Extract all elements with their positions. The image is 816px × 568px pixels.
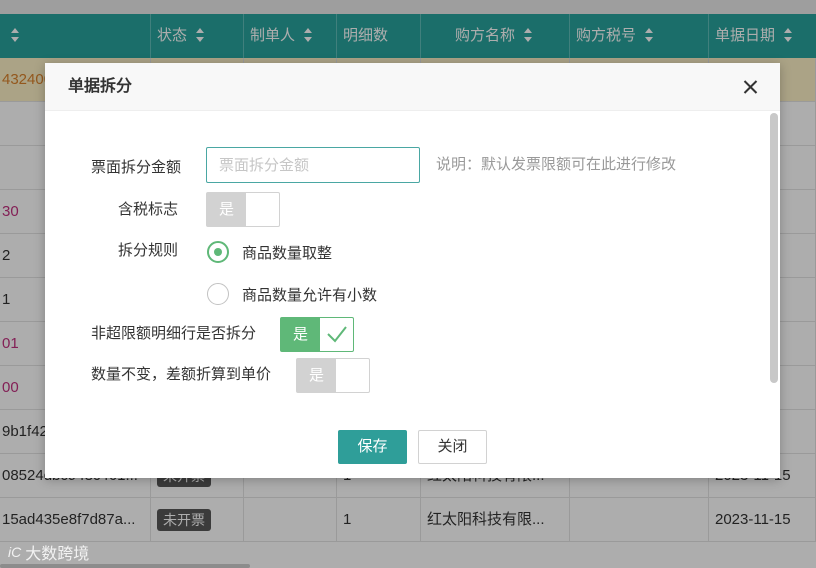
- dialog-header: 单据拆分: [45, 63, 780, 111]
- radio-checked-icon: [207, 241, 229, 263]
- close-icon[interactable]: [741, 77, 761, 97]
- check-icon: [327, 326, 347, 343]
- split-amount-input[interactable]: [206, 147, 420, 183]
- tax-flag-switch[interactable]: 是: [206, 192, 280, 227]
- non-exceed-switch[interactable]: 是: [280, 317, 354, 352]
- save-button[interactable]: 保存: [338, 430, 407, 464]
- tax-flag-label: 含税标志: [118, 201, 179, 218]
- watermark: iC 大数跨境: [8, 540, 89, 564]
- dialog-scrollbar[interactable]: [770, 113, 778, 383]
- switch-knob: 是: [207, 193, 246, 226]
- watermark-text: 大数跨境: [25, 546, 90, 563]
- qty-fixed-switch[interactable]: 是: [296, 358, 370, 393]
- dialog-title: 单据拆分: [68, 78, 133, 95]
- horizontal-scrollbar[interactable]: [0, 564, 250, 568]
- split-rule-label: 拆分规则: [118, 242, 179, 259]
- non-exceed-label: 非超限额明细行是否拆分: [91, 325, 257, 342]
- close-button[interactable]: 关闭: [418, 430, 487, 464]
- switch-knob: 是: [297, 359, 336, 392]
- watermark-logo: iC: [8, 544, 22, 560]
- radio-label: 商品数量取整: [242, 245, 333, 262]
- amount-hint: 说明：默认发票限额可在此进行修改: [436, 156, 677, 173]
- split-dialog: 单据拆分 票面拆分金额 说明：默认发票限额可在此进行修改 含税标志 是 拆分规则…: [45, 63, 780, 478]
- radio-label: 商品数量允许有小数: [242, 287, 378, 304]
- switch-knob: 是: [281, 318, 320, 351]
- radio-unchecked-icon: [207, 283, 229, 305]
- amount-label: 票面拆分金额: [91, 159, 182, 176]
- qty-fixed-label: 数量不变，差额折算到单价: [91, 366, 272, 383]
